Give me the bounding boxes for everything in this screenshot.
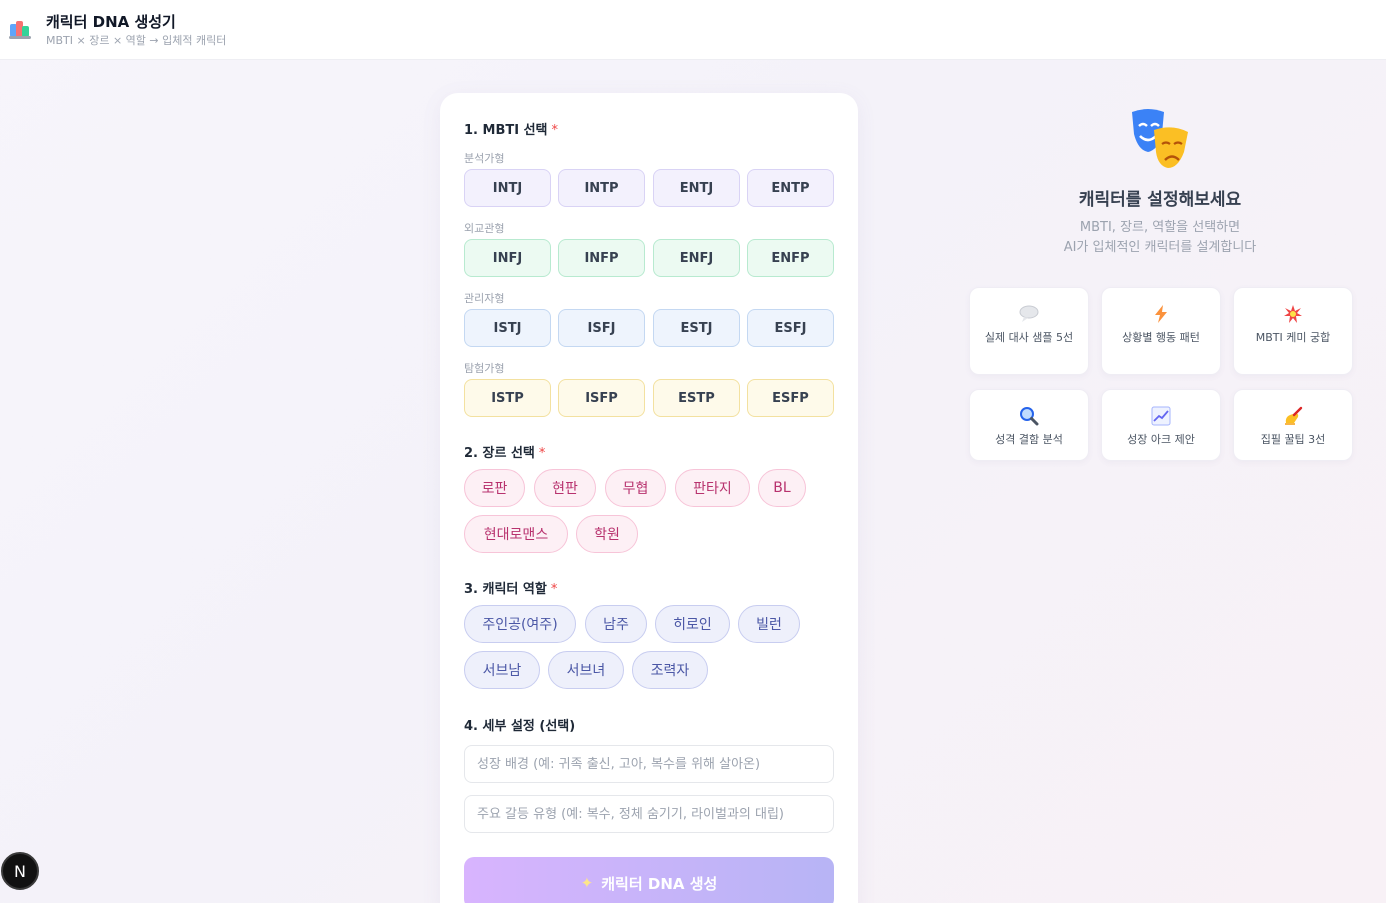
magnifier-icon (1020, 407, 1039, 426)
mbti-group-row: ISTJ ISFJ ESTJ ESFJ (464, 309, 834, 347)
empty-state-desc-line2: AI가 입체적인 캐릭터를 설계합니다 (1063, 240, 1257, 255)
feature-label: 성격 결함 분석 (995, 433, 1063, 446)
genre-option[interactable]: 판타지 (675, 469, 750, 507)
role-option[interactable]: 빌런 (738, 605, 800, 643)
feature-label: 집필 꿀팁 3선 (1260, 433, 1326, 446)
feature-card-growth: 성장 아크 제안 (1101, 389, 1221, 461)
conflict-input[interactable] (464, 795, 834, 833)
background-input[interactable] (464, 745, 834, 783)
required-mark: * (538, 446, 546, 461)
mbti-section-title: 1. MBTI 선택 * (464, 123, 559, 138)
mbti-group-label: 분석가형 (464, 152, 505, 165)
sparkles-icon: ✦ (580, 874, 594, 892)
genre-option[interactable]: 현판 (534, 469, 596, 507)
mbti-option-esfp[interactable]: ESFP (747, 379, 834, 417)
mbti-option-esfj[interactable]: ESFJ (747, 309, 834, 347)
trend-chart-icon (1151, 406, 1171, 426)
details-section-title: 4. 세부 설정 (선택) (464, 719, 576, 734)
genre-option[interactable]: 무협 (605, 469, 666, 507)
theater-masks-icon (1132, 109, 1188, 168)
role-option[interactable]: 남주 (585, 605, 647, 643)
mbti-option-estj[interactable]: ESTJ (653, 309, 740, 347)
mbti-option-istj[interactable]: ISTJ (464, 309, 551, 347)
role-option[interactable]: 조력자 (632, 651, 708, 689)
role-option[interactable]: 서브녀 (548, 651, 624, 689)
mbti-option-enfj[interactable]: ENFJ (653, 239, 740, 277)
feature-card-behavior: 상황별 행동 패턴 (1101, 287, 1221, 375)
mbti-option-infj[interactable]: INFJ (464, 239, 551, 277)
mbti-group-label: 관리자형 (464, 292, 505, 305)
app-header: 캐릭터 DNA 생성기 MBTI × 장르 × 역할 → 입체적 캐릭터 (0, 0, 1386, 60)
mbti-group-row: INFJ INFP ENFJ ENFP (464, 239, 834, 277)
mbti-option-isfj[interactable]: ISFJ (558, 309, 645, 347)
books-logo-icon (9, 20, 32, 40)
mbti-group-row: ISTP ISFP ESTP ESFP (464, 379, 834, 417)
generate-button-label: 캐릭터 DNA 생성 (601, 874, 718, 893)
feature-label: 실제 대사 샘플 5선 (984, 331, 1074, 344)
feature-label: MBTI 케미 궁합 (1255, 331, 1331, 344)
feature-label: 성장 아크 제안 (1127, 433, 1195, 446)
role-section-title: 3. 캐릭터 역할 * (464, 582, 558, 597)
genre-option[interactable]: 학원 (576, 515, 638, 553)
genre-option[interactable]: 로판 (464, 469, 525, 507)
feature-card-chemistry: MBTI 케미 궁합 (1233, 287, 1353, 375)
mbti-option-intj[interactable]: INTJ (464, 169, 551, 207)
required-mark: * (550, 582, 558, 597)
writing-hand-icon (1285, 406, 1303, 425)
mbti-group-label: 외교관형 (464, 222, 505, 235)
genre-option[interactable]: BL (758, 469, 806, 507)
mbti-option-istp[interactable]: ISTP (464, 379, 551, 417)
feature-card-flaws: 성격 결함 분석 (969, 389, 1089, 461)
mbti-option-entj[interactable]: ENTJ (653, 169, 740, 207)
genre-section-title: 2. 장르 선택 * (464, 446, 546, 461)
mbti-option-entp[interactable]: ENTP (747, 169, 834, 207)
feature-card-tips: 집필 꿀팁 3선 (1233, 389, 1353, 461)
role-option[interactable]: 주인공(여주) (464, 605, 576, 643)
mbti-option-isfp[interactable]: ISFP (558, 379, 645, 417)
role-option[interactable]: 히로인 (655, 605, 730, 643)
mbti-option-enfp[interactable]: ENFP (747, 239, 834, 277)
required-mark: * (551, 123, 559, 138)
speech-bubble-icon (1019, 305, 1039, 322)
lightning-icon (1155, 305, 1167, 323)
feature-card-dialogue: 실제 대사 샘플 5선 (969, 287, 1089, 375)
collision-icon (1284, 305, 1302, 323)
mbti-option-infp[interactable]: INFP (558, 239, 645, 277)
mbti-group-row: INTJ INTP ENTJ ENTP (464, 169, 834, 207)
app-subtitle: MBTI × 장르 × 역할 → 입체적 캐릭터 (46, 34, 227, 47)
role-option[interactable]: 서브남 (464, 651, 540, 689)
generate-dna-button[interactable]: ✦ 캐릭터 DNA 생성 (464, 857, 834, 903)
feature-label: 상황별 행동 패턴 (1122, 331, 1200, 344)
app-title: 캐릭터 DNA 생성기 (46, 13, 176, 31)
empty-state-title: 캐릭터를 설정해보세요 (1078, 190, 1242, 210)
character-form-card: 1. MBTI 선택 * 분석가형 INTJ INTP ENTJ ENTP 외교관형 INFJ… (440, 93, 858, 903)
empty-state-desc-line1: MBTI, 장르, 역할을 선택하면 (1079, 220, 1241, 235)
next-dev-indicator-button[interactable]: N (1, 852, 39, 890)
mbti-option-estp[interactable]: ESTP (653, 379, 740, 417)
mbti-option-intp[interactable]: INTP (558, 169, 645, 207)
genre-option[interactable]: 현대로맨스 (464, 515, 568, 553)
mbti-group-label: 탐험가형 (464, 362, 505, 375)
